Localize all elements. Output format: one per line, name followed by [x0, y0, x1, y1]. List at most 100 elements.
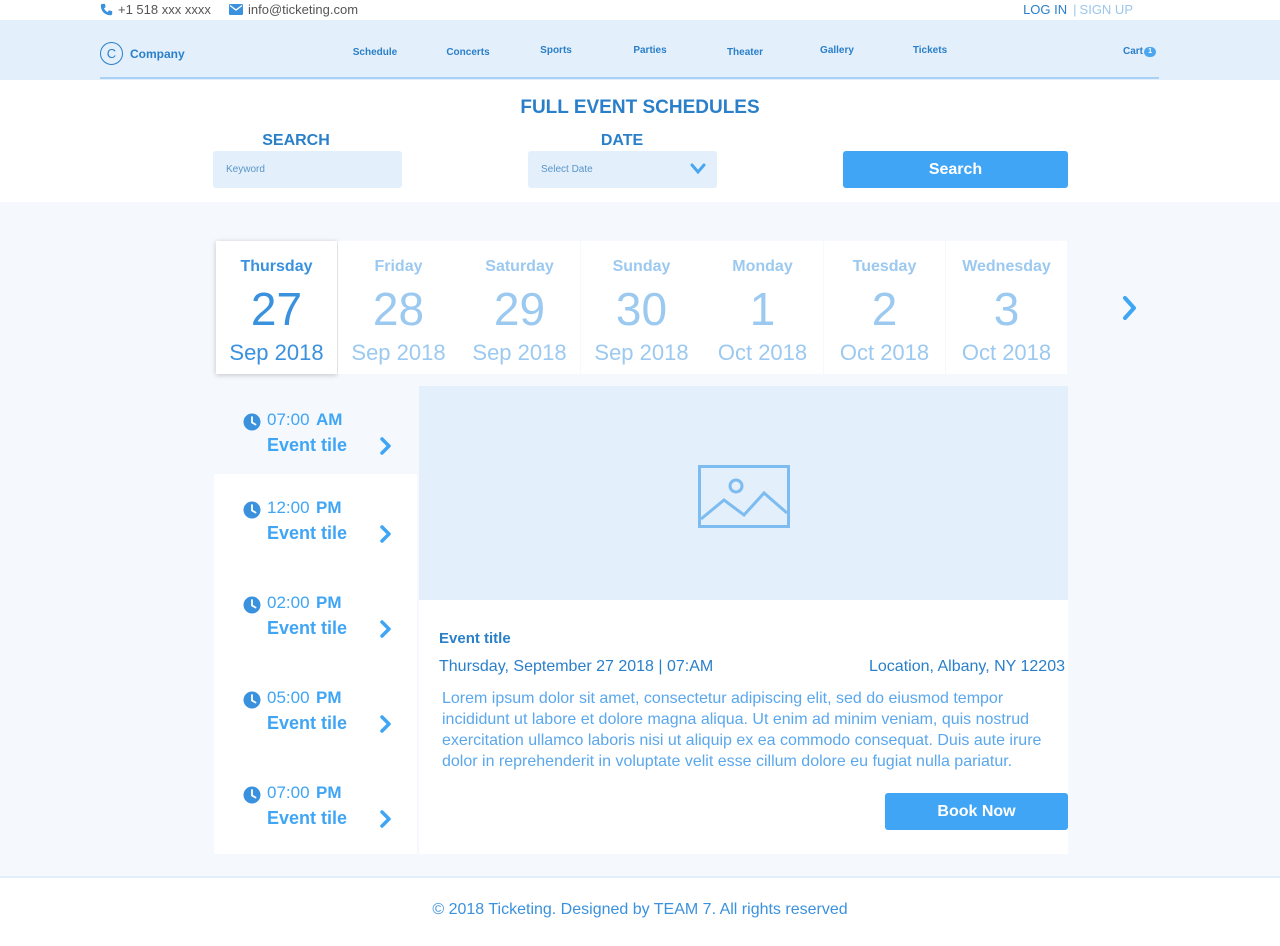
event-ampm: PM: [316, 593, 342, 612]
chevron-right-icon: [380, 810, 391, 828]
day-number: 29: [493, 283, 546, 335]
search-label: SEARCH: [262, 132, 330, 149]
event-time: 12:00: [267, 498, 310, 517]
cart-label: Cart: [1123, 46, 1144, 57]
image-placeholder-icon: [698, 465, 790, 528]
day-card-thursday[interactable]: Thursday 27 Sep 2018: [216, 241, 337, 374]
footer-copyright: © 2018 Ticketing. Designed by TEAM 7. Al…: [432, 901, 848, 918]
event-time: 02:00: [267, 593, 310, 612]
event-title: Event title: [439, 630, 511, 647]
day-card-friday[interactable]: Friday 28 Sep 2018: [338, 241, 459, 374]
event-datetime: Thursday, September 27 2018 | 07:AM: [439, 658, 714, 675]
nav-theater[interactable]: Theater: [727, 47, 763, 58]
nav-gallery[interactable]: Gallery: [820, 45, 854, 56]
event-slot[interactable]: 12:00 PM Event tile: [214, 474, 417, 562]
keyword-input[interactable]: Keyword: [213, 151, 402, 188]
event-slot-title: Event tile: [267, 808, 348, 828]
day-name: Friday: [374, 258, 423, 275]
envelope-icon: [229, 4, 243, 15]
event-slot[interactable]: 07:00 AM Event tile: [214, 386, 417, 474]
event-time: 07:00: [267, 410, 310, 429]
day-month: Sep 2018: [229, 340, 324, 365]
day-name: Monday: [732, 258, 793, 275]
contact-bar: +1 518 xxx xxxx info@ticketing.com LOG I…: [0, 0, 1280, 20]
day-name: Tuesday: [852, 258, 917, 275]
chevron-right-icon: [380, 620, 391, 638]
company-logo[interactable]: C Company: [100, 42, 185, 65]
event-ampm: PM: [316, 688, 342, 707]
event-location: Location, Albany, NY 12203: [869, 658, 1065, 675]
cart-link[interactable]: Cart 1: [1123, 46, 1157, 57]
event-slot[interactable]: 02:00 PM Event tile: [214, 569, 417, 657]
day-card-tuesday[interactable]: Tuesday 2 Oct 2018: [824, 241, 945, 374]
day-number: 27: [250, 283, 303, 335]
day-name: Wednesday: [962, 258, 1051, 275]
clock-icon: [243, 691, 261, 709]
email-address: info@ticketing.com: [248, 2, 359, 17]
chevron-right-icon: [380, 437, 391, 455]
event-slot-title: Event tile: [267, 618, 348, 638]
day-month: Sep 2018: [594, 340, 689, 365]
event-detail: Event title Thursday, September 27 2018 …: [419, 386, 1068, 854]
day-number: 1: [749, 283, 776, 335]
auth-links: LOG IN | SIGN UP: [1023, 2, 1133, 17]
chevron-right-icon: [380, 525, 391, 543]
day-card-wednesday[interactable]: Wednesday 3 Oct 2018: [946, 241, 1067, 374]
navbar-divider: [100, 77, 1159, 79]
keyword-placeholder: Keyword: [226, 164, 265, 175]
event-timeline: 07:00 AM Event tile 12:00 PM Event tile …: [214, 386, 417, 854]
date-placeholder: Select Date: [541, 164, 593, 175]
day-number: 28: [372, 283, 425, 335]
clock-icon: [243, 413, 261, 431]
date-select[interactable]: Select Date: [528, 151, 717, 188]
company-name: Company: [130, 46, 185, 61]
day-name: Sunday: [612, 258, 671, 275]
event-ampm: PM: [316, 498, 342, 517]
day-name: Saturday: [485, 258, 554, 275]
cart-count-badge: 1: [1144, 46, 1157, 57]
event-time: 07:00: [267, 783, 310, 802]
event-slot-title: Event tile: [267, 435, 348, 455]
signup-link[interactable]: SIGN UP: [1080, 2, 1133, 17]
book-now-button[interactable]: Book Now: [885, 793, 1068, 830]
event-slot[interactable]: 07:00 PM Event tile: [214, 759, 417, 847]
phone-icon: [100, 3, 113, 16]
day-card-monday[interactable]: Monday 1 Oct 2018: [702, 241, 823, 374]
event-slot[interactable]: 05:00 PM Event tile: [214, 664, 417, 752]
phone-contact[interactable]: +1 518 xxx xxxx: [100, 2, 211, 17]
event-image: [419, 386, 1068, 600]
event-ampm: AM: [316, 410, 343, 429]
nav-concerts[interactable]: Concerts: [446, 47, 489, 58]
email-contact[interactable]: info@ticketing.com: [229, 2, 358, 17]
phone-number: +1 518 xxx xxxx: [118, 2, 211, 17]
search-button[interactable]: Search: [843, 151, 1068, 188]
auth-separator: |: [1073, 2, 1077, 17]
day-month: Sep 2018: [472, 340, 567, 365]
nav-schedule[interactable]: Schedule: [353, 47, 397, 58]
chevron-down-icon: [690, 163, 706, 175]
nav-tickets[interactable]: Tickets: [913, 45, 947, 56]
day-number: 30: [615, 283, 668, 335]
day-month: Oct 2018: [961, 340, 1052, 365]
event-description: Lorem ipsum dolor sit amet, consectetur …: [442, 690, 1042, 770]
page-title: FULL EVENT SCHEDULES: [520, 97, 760, 118]
event-ampm: PM: [316, 783, 342, 802]
date-label: DATE: [600, 132, 644, 149]
day-number: 3: [993, 283, 1020, 335]
nav-parties[interactable]: Parties: [633, 45, 666, 56]
day-month: Oct 2018: [717, 340, 808, 365]
copyright-logo-icon: C: [100, 42, 123, 65]
day-card-saturday[interactable]: Saturday 29 Sep 2018: [459, 241, 580, 374]
main-navbar: C Company Schedule Concerts Sports Parti…: [0, 20, 1280, 80]
chevron-right-icon: [380, 715, 391, 733]
event-slot-title: Event tile: [267, 523, 348, 543]
day-card-sunday[interactable]: Sunday 30 Sep 2018: [581, 241, 702, 374]
nav-sports[interactable]: Sports: [540, 45, 572, 56]
login-link[interactable]: LOG IN: [1023, 2, 1067, 17]
day-month: Sep 2018: [351, 340, 446, 365]
clock-icon: [243, 786, 261, 804]
event-time: 05:00: [267, 688, 310, 707]
footer-divider: [0, 876, 1280, 878]
clock-icon: [243, 596, 261, 614]
chevron-right-icon[interactable]: [1121, 295, 1139, 321]
